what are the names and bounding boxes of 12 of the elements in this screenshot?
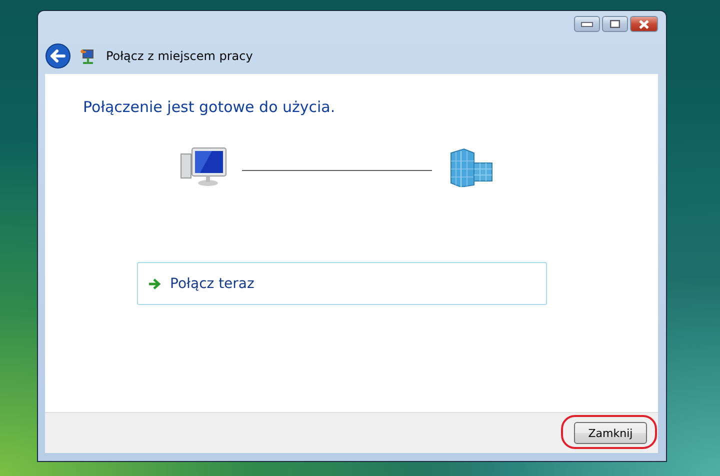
status-heading: Połączenie jest gotowe do użycia.: [83, 98, 336, 116]
close-dialog-button[interactable]: Zamknij: [574, 422, 647, 444]
computer-icon: [180, 146, 228, 188]
close-icon: [638, 20, 650, 28]
maximize-icon: [610, 20, 620, 28]
minimize-icon: [581, 22, 593, 26]
window-title: Połącz z miejscem pracy: [106, 49, 253, 63]
maximize-button[interactable]: [602, 16, 628, 32]
arrow-right-icon: [148, 278, 161, 290]
connect-now-link[interactable]: Połącz teraz: [137, 262, 547, 305]
minimize-button[interactable]: [574, 16, 600, 32]
close-button[interactable]: [630, 16, 658, 32]
